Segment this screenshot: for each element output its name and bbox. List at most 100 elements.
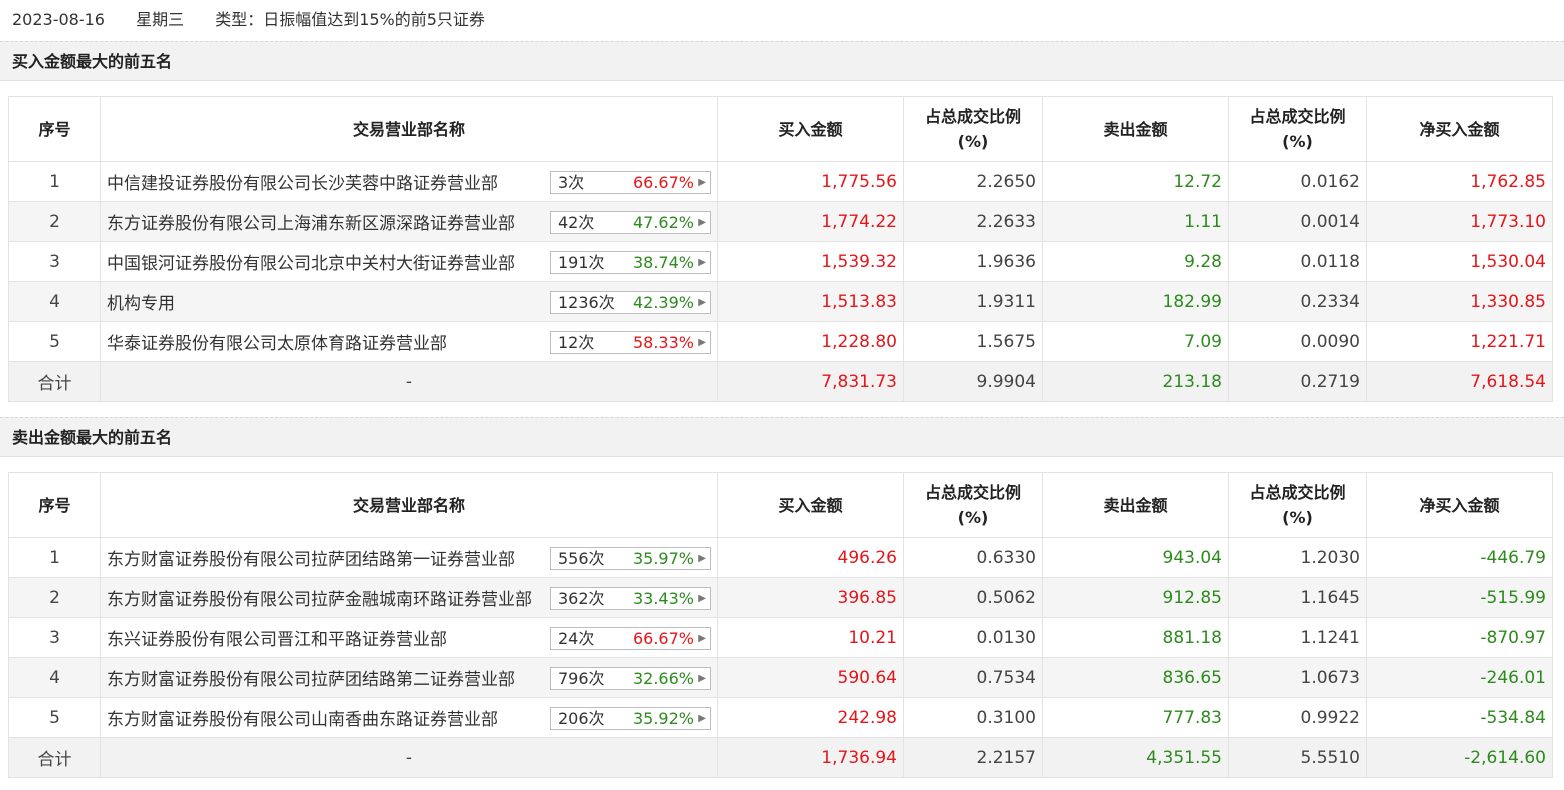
buy-amount-cell: 396.85 [717, 577, 904, 618]
sell-amount-cell: 182.99 [1042, 281, 1229, 322]
win-rate: 47.62% [632, 213, 694, 232]
sell-amount-cell: 7.09 [1042, 321, 1229, 362]
buy-top5-table: 序号 交易营业部名称 买入金额 占总成交比例 (%) 卖出金额 占总成交比例 (%)… [8, 96, 1553, 402]
history-stats-button[interactable]: 556次 35.97% ▶ [550, 547, 711, 570]
buy-amount-cell: 1,775.56 [717, 161, 904, 202]
win-rate: 35.92% [632, 709, 694, 728]
net-buy-cell: 1,530.04 [1366, 241, 1553, 282]
appearance-count: 191次 [558, 253, 605, 272]
dept-name-cell: 华泰证券股份有限公司太原体育路证券营业部 12次 58.33% ▶ [100, 321, 718, 362]
triangle-right-icon: ▶ [698, 257, 706, 268]
weekday-text: 星期三 [136, 10, 185, 29]
dept-name-link[interactable]: 东方证券股份有限公司上海浦东新区源深路证券营业部 [107, 214, 515, 234]
table-row: 3 东兴证券股份有限公司晋江和平路证券营业部 24次 66.67% ▶ 10.21 0.01… [8, 617, 1553, 658]
buy-amount-cell: 496.26 [717, 537, 904, 578]
net-buy-cell: 1,221.71 [1366, 321, 1553, 362]
appearance-count: 206次 [558, 709, 605, 728]
history-stats-button[interactable]: 206次 35.92% ▶ [550, 707, 711, 730]
history-stats-button[interactable]: 24次 66.67% ▶ [550, 627, 711, 650]
win-rate: 38.74% [632, 253, 694, 272]
col-net-buy: 净买入金额 [1366, 472, 1553, 538]
dept-name-link[interactable]: 东方财富证券股份有限公司山南香曲东路证券营业部 [107, 710, 498, 730]
history-stats-button[interactable]: 1236次 42.39% ▶ [550, 291, 711, 314]
col-dept-name: 交易营业部名称 [100, 96, 718, 162]
total-buy-amount: 1,736.94 [717, 737, 904, 778]
col-seq: 序号 [8, 96, 101, 162]
triangle-right-icon: ▶ [698, 593, 706, 604]
seq-cell: 4 [8, 657, 101, 698]
total-sell-ratio: 5.5510 [1228, 737, 1367, 778]
net-buy-cell: 1,773.10 [1366, 201, 1553, 242]
sell-ratio-cell: 0.0118 [1228, 241, 1367, 282]
appearance-count: 24次 [558, 629, 595, 648]
total-row: 合计 -1,736.94 2.2157 4,351.55 5.5510 -2,614.60 [8, 737, 1553, 778]
sell-amount-cell: 881.18 [1042, 617, 1229, 658]
appearance-count: 362次 [558, 589, 605, 608]
type-text: 类型：日振幅值达到15%的前5只证券 [215, 10, 485, 29]
dept-name-link[interactable]: 东方财富证券股份有限公司拉萨金融城南环路证券营业部 [107, 590, 532, 610]
history-stats-button[interactable]: 191次 38.74% ▶ [550, 251, 711, 274]
dept-name-link[interactable]: 华泰证券股份有限公司太原体育路证券营业部 [107, 334, 447, 354]
sell-ratio-cell: 0.0014 [1228, 201, 1367, 242]
seq-cell: 5 [8, 321, 101, 362]
col-dept-name: 交易营业部名称 [100, 472, 718, 538]
seq-cell: 3 [8, 617, 101, 658]
sell-ratio-cell: 0.0162 [1228, 161, 1367, 202]
triangle-right-icon: ▶ [698, 177, 706, 188]
dept-name-cell: 机构专用 1236次 42.39% ▶ [100, 281, 718, 322]
buy-ratio-cell: 1.5675 [903, 321, 1043, 362]
triangle-right-icon: ▶ [698, 337, 706, 348]
sell-amount-cell: 9.28 [1042, 241, 1229, 282]
dept-name-cell: 东方财富证券股份有限公司山南香曲东路证券营业部 206次 35.92% ▶ [100, 697, 718, 738]
triangle-right-icon: ▶ [698, 553, 706, 564]
sell-ratio-cell: 1.1241 [1228, 617, 1367, 658]
dept-name-link[interactable]: 中国银河证券股份有限公司北京中关村大街证券营业部 [107, 254, 515, 274]
dept-name-cell: 东方财富证券股份有限公司拉萨金融城南环路证券营业部 362次 33.43% ▶ [100, 577, 718, 618]
buy-ratio-cell: 0.5062 [903, 577, 1043, 618]
buy-amount-cell: 1,513.83 [717, 281, 904, 322]
seq-cell: 3 [8, 241, 101, 282]
sell-ratio-cell: 0.2334 [1228, 281, 1367, 322]
dept-name-link[interactable]: 东方财富证券股份有限公司拉萨团结路第二证券营业部 [107, 670, 515, 690]
buy-ratio-cell: 0.6330 [903, 537, 1043, 578]
history-stats-button[interactable]: 12次 58.33% ▶ [550, 331, 711, 354]
history-stats-button[interactable]: 42次 47.62% ▶ [550, 211, 711, 234]
table-row: 4 机构专用 1236次 42.39% ▶ 1,513.83 1.9311 182.99 0.2… [8, 281, 1553, 322]
win-rate: 35.97% [632, 549, 694, 568]
win-rate: 58.33% [632, 333, 694, 352]
net-buy-cell: -870.97 [1366, 617, 1553, 658]
appearance-count: 796次 [558, 669, 605, 688]
seq-cell: 2 [8, 201, 101, 242]
table-row: 2 东方财富证券股份有限公司拉萨金融城南环路证券营业部 362次 33.43% ▶ 396… [8, 577, 1553, 618]
dept-name-link[interactable]: 中信建投证券股份有限公司长沙芙蓉中路证券营业部 [107, 174, 498, 194]
col-sell-ratio: 占总成交比例 (%) [1228, 472, 1367, 538]
table-header-row: 序号 交易营业部名称 买入金额 占总成交比例 (%) 卖出金额 占总成交比例 (%)… [8, 96, 1553, 162]
win-rate: 32.66% [632, 669, 694, 688]
dept-name-link[interactable]: 东兴证券股份有限公司晋江和平路证券营业部 [107, 630, 447, 650]
net-buy-cell: 1,762.85 [1366, 161, 1553, 202]
dept-name-link[interactable]: 东方财富证券股份有限公司拉萨团结路第一证券营业部 [107, 550, 515, 570]
dept-name-link[interactable]: 机构专用 [107, 294, 175, 314]
total-sell-amount: 4,351.55 [1042, 737, 1229, 778]
sell-section-header: 卖出金额最大的前五名 [0, 417, 1564, 457]
triangle-right-icon: ▶ [698, 673, 706, 684]
history-stats-button[interactable]: 3次 66.67% ▶ [550, 171, 711, 194]
buy-section-header: 买入金额最大的前五名 [0, 41, 1564, 81]
date-text: 2023-08-16 [12, 10, 105, 29]
history-stats-button[interactable]: 796次 32.66% ▶ [550, 667, 711, 690]
buy-ratio-cell: 1.9311 [903, 281, 1043, 322]
buy-ratio-cell: 2.2633 [903, 201, 1043, 242]
buy-amount-cell: 1,539.32 [717, 241, 904, 282]
col-sell-amount: 卖出金额 [1042, 96, 1229, 162]
seq-cell: 4 [8, 281, 101, 322]
sell-ratio-cell: 0.9922 [1228, 697, 1367, 738]
seq-cell: 2 [8, 577, 101, 618]
total-buy-ratio: 9.9904 [903, 361, 1043, 402]
sell-ratio-cell: 1.1645 [1228, 577, 1367, 618]
total-net-buy: -2,614.60 [1366, 737, 1553, 778]
history-stats-button[interactable]: 362次 33.43% ▶ [550, 587, 711, 610]
triangle-right-icon: ▶ [698, 217, 706, 228]
total-net-buy: 7,618.54 [1366, 361, 1553, 402]
buy-amount-cell: 590.64 [717, 657, 904, 698]
appearance-count: 42次 [558, 213, 595, 232]
